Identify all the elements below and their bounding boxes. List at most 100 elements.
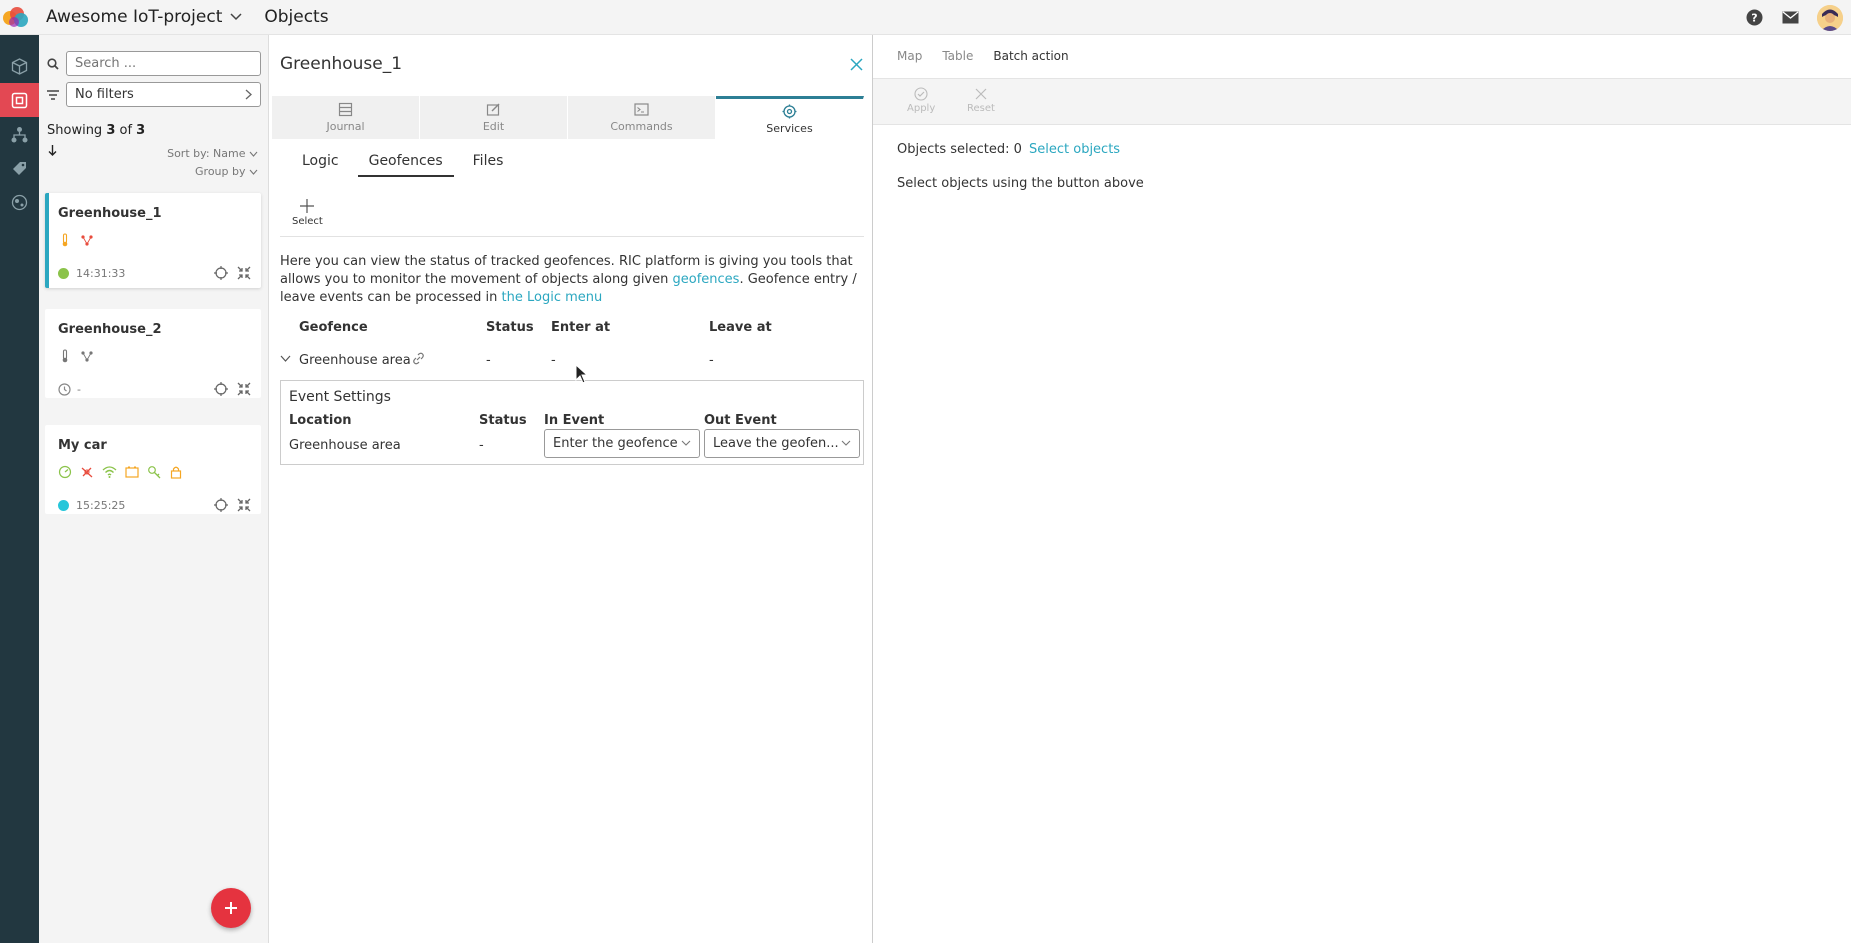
help-icon[interactable]: ? — [1745, 9, 1763, 27]
collapse-icon[interactable] — [237, 382, 251, 396]
sensor-nodes-icon — [81, 351, 93, 362]
nav-rail — [0, 35, 39, 943]
rail-item-tags[interactable] — [0, 151, 39, 185]
chevron-down-icon[interactable] — [280, 352, 291, 367]
rail-item-hierarchy[interactable] — [0, 117, 39, 151]
chevron-down-icon — [681, 440, 691, 446]
cube-icon — [11, 57, 28, 75]
tab-journal[interactable]: Journal — [272, 96, 420, 139]
locate-icon[interactable] — [214, 382, 228, 396]
rail-item-objects[interactable] — [0, 83, 39, 117]
page-title: Objects — [264, 7, 329, 27]
services-icon — [782, 104, 797, 118]
object-card-greenhouse-1[interactable]: Greenhouse_1 14:31:33 — [45, 193, 261, 288]
event-settings-panel: Event Settings Location Status In Event … — [280, 380, 864, 465]
check-circle-icon — [914, 87, 928, 101]
plus-icon — [300, 199, 315, 213]
objects-icon — [11, 92, 28, 108]
globe-icon — [11, 194, 28, 210]
object-name: Greenhouse_1 — [58, 206, 162, 221]
rail-item-cube[interactable] — [0, 49, 39, 83]
apply-button[interactable]: Apply — [907, 87, 935, 114]
group-by-dropdown[interactable]: Group by — [195, 165, 258, 178]
last-update-time: - — [77, 383, 81, 396]
objects-selected-count: Objects selected: 0 — [897, 142, 1022, 157]
batch-toolbar: Apply Reset — [873, 78, 1851, 125]
svg-text:?: ? — [1751, 12, 1757, 25]
key-icon — [148, 466, 161, 479]
battery-icon — [125, 466, 139, 478]
subtab-geofences[interactable]: Geofences — [357, 153, 454, 177]
last-update-time: 15:25:25 — [76, 499, 126, 512]
collapse-icon[interactable] — [237, 498, 251, 512]
filter-selector[interactable]: No filters — [66, 82, 261, 107]
thermometer-icon — [62, 233, 68, 247]
subtab-files[interactable]: Files — [462, 153, 515, 177]
user-avatar[interactable] — [1817, 4, 1843, 31]
detail-tabs: Journal Edit Commands Services — [272, 96, 864, 139]
view-tabs: Map Table Batch action — [897, 49, 1069, 63]
object-card-my-car[interactable]: My car 15:25:25 — [45, 425, 261, 514]
wifi-icon — [102, 466, 117, 478]
batch-action-panel: Map Table Batch action Apply Reset Objec… — [873, 35, 1851, 943]
sensor-nodes-icon — [81, 235, 93, 246]
tab-batch-action[interactable]: Batch action — [993, 49, 1068, 63]
filter-icon — [47, 89, 59, 100]
close-icon — [975, 88, 987, 100]
select-geofence-button[interactable]: Select — [292, 198, 323, 227]
in-event-select[interactable]: Enter the geofence — [544, 429, 700, 458]
logic-menu-link[interactable]: the Logic menu — [502, 290, 603, 305]
object-card-greenhouse-2[interactable]: Greenhouse_2 - — [45, 309, 261, 398]
mouse-cursor-icon — [575, 364, 589, 384]
chevron-down-icon — [841, 440, 851, 446]
out-event-select[interactable]: Leave the geofen... — [704, 429, 860, 458]
tab-table[interactable]: Table — [942, 49, 973, 63]
app-logo[interactable] — [0, 0, 32, 35]
collapse-icon[interactable] — [237, 266, 251, 280]
sort-direction-icon[interactable] — [48, 145, 57, 159]
filter-label: No filters — [75, 87, 134, 102]
tab-edit[interactable]: Edit — [420, 96, 568, 139]
geofences-link[interactable]: geofences — [673, 272, 740, 287]
tab-services[interactable]: Services — [716, 96, 864, 139]
geofence-description: Here you can view the status of tracked … — [280, 254, 857, 305]
locate-icon[interactable] — [214, 266, 228, 280]
tab-commands[interactable]: Commands — [568, 96, 716, 139]
close-icon[interactable] — [850, 55, 863, 76]
event-settings-title: Event Settings — [289, 389, 391, 405]
plus-icon — [225, 902, 237, 914]
tab-map[interactable]: Map — [897, 49, 922, 63]
chevron-down-icon[interactable] — [230, 10, 242, 24]
status-dot — [58, 268, 69, 279]
sort-by-dropdown[interactable]: Sort by: Name — [167, 147, 258, 160]
batch-hint: Select objects using the button above — [897, 176, 1144, 191]
link-icon[interactable] — [412, 352, 425, 369]
rail-item-globe[interactable] — [0, 185, 39, 219]
status-dot — [58, 500, 69, 511]
object-name: My car — [58, 438, 107, 453]
top-bar: Awesome IoT-project Objects ? — [0, 0, 1851, 35]
object-name: Greenhouse_2 — [58, 322, 162, 337]
edit-icon — [486, 103, 500, 116]
geofence-name: Greenhouse area — [299, 353, 411, 368]
tag-icon — [13, 161, 26, 175]
service-subtabs: Logic Geofences Files — [291, 153, 522, 177]
mail-icon[interactable] — [1781, 9, 1799, 27]
objects-list-pane: No filters Showing 3 of 3 Sort by: Name … — [39, 35, 269, 943]
reset-button[interactable]: Reset — [967, 87, 995, 114]
terminal-icon — [634, 103, 649, 116]
gps-off-icon — [81, 467, 93, 478]
chevron-right-icon — [245, 89, 252, 100]
add-object-button[interactable] — [211, 888, 251, 928]
hierarchy-icon — [11, 126, 28, 142]
event-location: Greenhouse area — [289, 438, 401, 453]
chevron-down-icon — [249, 169, 258, 175]
locate-icon[interactable] — [214, 498, 228, 512]
project-title[interactable]: Awesome IoT-project — [46, 7, 222, 27]
showing-count: Showing 3 of 3 — [47, 123, 146, 138]
select-objects-link[interactable]: Select objects — [1029, 142, 1120, 157]
detail-title: Greenhouse_1 — [280, 54, 403, 74]
search-input[interactable] — [66, 51, 261, 76]
subtab-logic[interactable]: Logic — [291, 153, 350, 177]
geofence-enter-at: - — [551, 353, 556, 368]
